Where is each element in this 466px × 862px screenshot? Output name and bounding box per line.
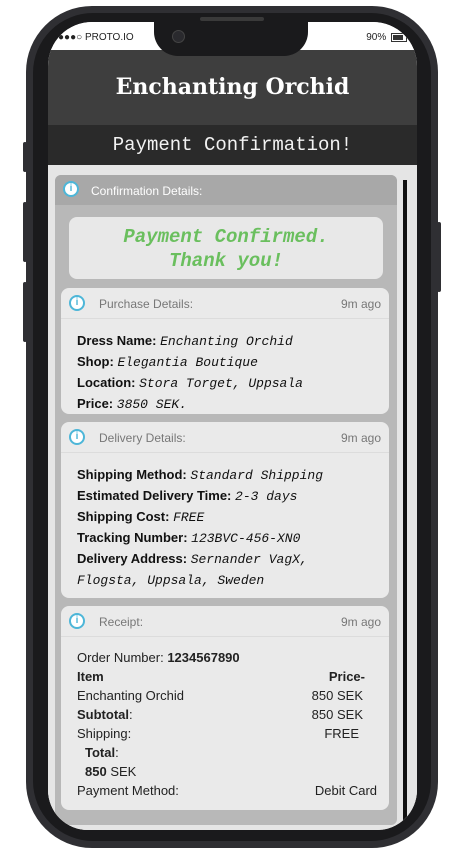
total-amount: 850 [85,764,107,779]
price-header: Price- [328,669,365,684]
page-title: Payment Confirmation! [48,125,417,165]
shipping-value: FREE [324,726,359,741]
battery-percent: 90% [366,32,387,43]
delivery-details-card: i Delivery Details: 9m ago Shipping Meth… [61,422,389,598]
delivery-field-address-line2: Flogsta, Uppsala, Sweden [77,573,265,588]
delivery-field-tracking: Tracking Number: 123BVC-456-XN0 [77,530,301,546]
info-icon: i [63,181,79,197]
purchase-field-price: Price: 3850 SEK. [77,396,187,412]
purchase-field-location: Location: Stora Torget, Uppsala [77,375,303,391]
subtotal-label: Subtotal [77,707,129,722]
phone-screen: ●●●○ PROTO.IO 90% Enchanting Orchid Paym… [48,22,417,830]
purchase-card-header: i Purchase Details: 9m ago [61,288,389,319]
delivery-field-method: Shipping Method: Standard Shipping [77,467,324,483]
delivery-field-eta: Estimated Delivery Time: 2-3 days [77,488,298,504]
receipt-subtotal-row: Subtotal: 850 SEK [77,707,377,726]
purchase-field-dress: Dress Name: Enchanting Orchid [77,333,293,349]
carrier-label: ●●●○ PROTO.IO [58,32,134,43]
panel-header: i Confirmation Details: [55,175,397,205]
subtotal-label-group: Subtotal: [77,707,133,722]
subtotal-colon: : [129,707,133,722]
receipt-card-header: i Receipt: 9m ago [61,606,389,637]
battery-icon [391,32,407,42]
app-header: Enchanting Orchid [48,50,417,125]
camera-icon [172,30,185,43]
delivery-card-body: Shipping Method: Standard Shipping Estim… [77,465,382,591]
info-icon: i [69,429,85,445]
receipt-header-row: Item Price- [77,669,377,688]
app-title: Enchanting Orchid [115,74,350,100]
item-name: Enchanting Orchid [77,688,184,703]
receipt-total-value-row: 850 SEK [77,764,385,783]
receipt-item-row: Enchanting Orchid 850 SEK [77,688,377,707]
total-currency: SEK [110,764,137,779]
receipt-card-time: 9m ago [340,615,381,629]
order-number-label: Order Number: [77,650,164,665]
banner-line-1: Payment Confirmed. [123,226,329,248]
info-icon: i [69,295,85,311]
main-content[interactable]: i Confirmation Details: Payment Confirme… [48,165,417,830]
confirmation-banner: Payment Confirmed. Thank you! [69,217,383,279]
shipping-label: Shipping: [77,726,132,741]
delivery-field-address: Delivery Address: Sernander VagX, [77,551,308,567]
purchase-details-card: i Purchase Details: 9m ago Dress Name: E… [61,288,389,414]
info-icon: i [69,613,85,629]
delivery-card-time: 9m ago [340,431,381,445]
battery-indicator: 90% [366,32,407,43]
payment-method-label: Payment Method: [77,783,179,798]
payment-method-value: Debit Card [314,783,377,798]
purchase-field-shop: Shop: Elegantia Boutique [77,354,258,370]
scrollbar[interactable] [403,180,407,825]
purchase-card-label: Purchase Details: [99,297,194,311]
receipt-card-label: Receipt: [99,615,144,629]
total-colon: : [115,745,119,760]
confirmation-panel: i Confirmation Details: Payment Confirme… [55,175,397,825]
purchase-card-time: 9m ago [340,297,381,311]
phone-speaker [200,17,264,21]
item-price: 850 SEK [311,688,363,703]
banner-line-2: Thank you! [168,250,284,272]
receipt-order-row: Order Number: 1234567890 [77,650,377,669]
receipt-shipping-row: Shipping: FREE [77,726,377,745]
receipt-payment-row: Payment Method: Debit Card [77,783,377,802]
delivery-field-cost: Shipping Cost: FREE [77,509,205,525]
subtotal-value: 850 SEK [311,707,363,722]
total-label: Total [85,745,116,760]
purchase-card-body: Dress Name: Enchanting Orchid Shop: Eleg… [77,331,382,415]
order-number: 1234567890 [167,650,240,665]
delivery-card-header: i Delivery Details: 9m ago [61,422,389,453]
item-header: Item [77,669,104,684]
delivery-card-label: Delivery Details: [99,431,186,445]
receipt-total-label-row: Total: [77,745,385,764]
receipt-card: i Receipt: 9m ago Order Number: 12345678… [61,606,389,810]
panel-title: Confirmation Details: [91,184,203,198]
